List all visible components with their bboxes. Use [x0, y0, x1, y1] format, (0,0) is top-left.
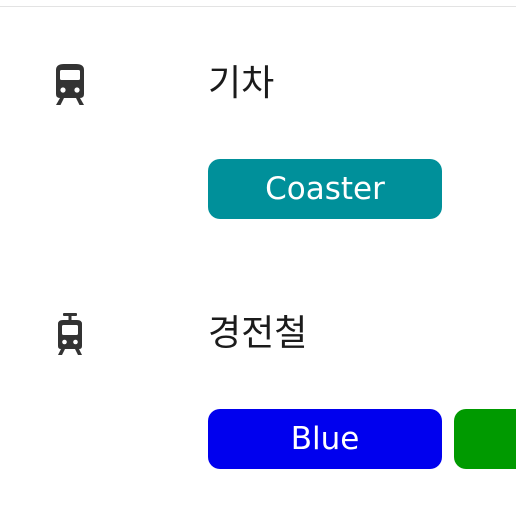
train-icon — [48, 62, 92, 106]
mode-section-light-rail: 경전철 Blue — [0, 302, 516, 469]
route-chip-coaster[interactable]: Coaster — [208, 159, 442, 219]
light-rail-icon — [48, 312, 92, 356]
mode-label-train: 기차 — [208, 63, 275, 104]
mode-row-train: 기차 — [0, 52, 516, 116]
route-chip-blue[interactable]: Blue — [208, 409, 442, 469]
route-chip-green[interactable] — [454, 409, 516, 469]
mode-row-light-rail: 경전철 — [0, 302, 516, 366]
route-chips-light-rail: Blue — [208, 409, 516, 469]
transit-modes-list: 기차 Coaster 경전철 Blue — [0, 0, 516, 516]
mode-section-train: 기차 Coaster — [0, 52, 516, 219]
top-divider — [0, 6, 516, 7]
mode-label-light-rail: 경전철 — [208, 313, 308, 354]
route-chips-train: Coaster — [208, 159, 516, 219]
